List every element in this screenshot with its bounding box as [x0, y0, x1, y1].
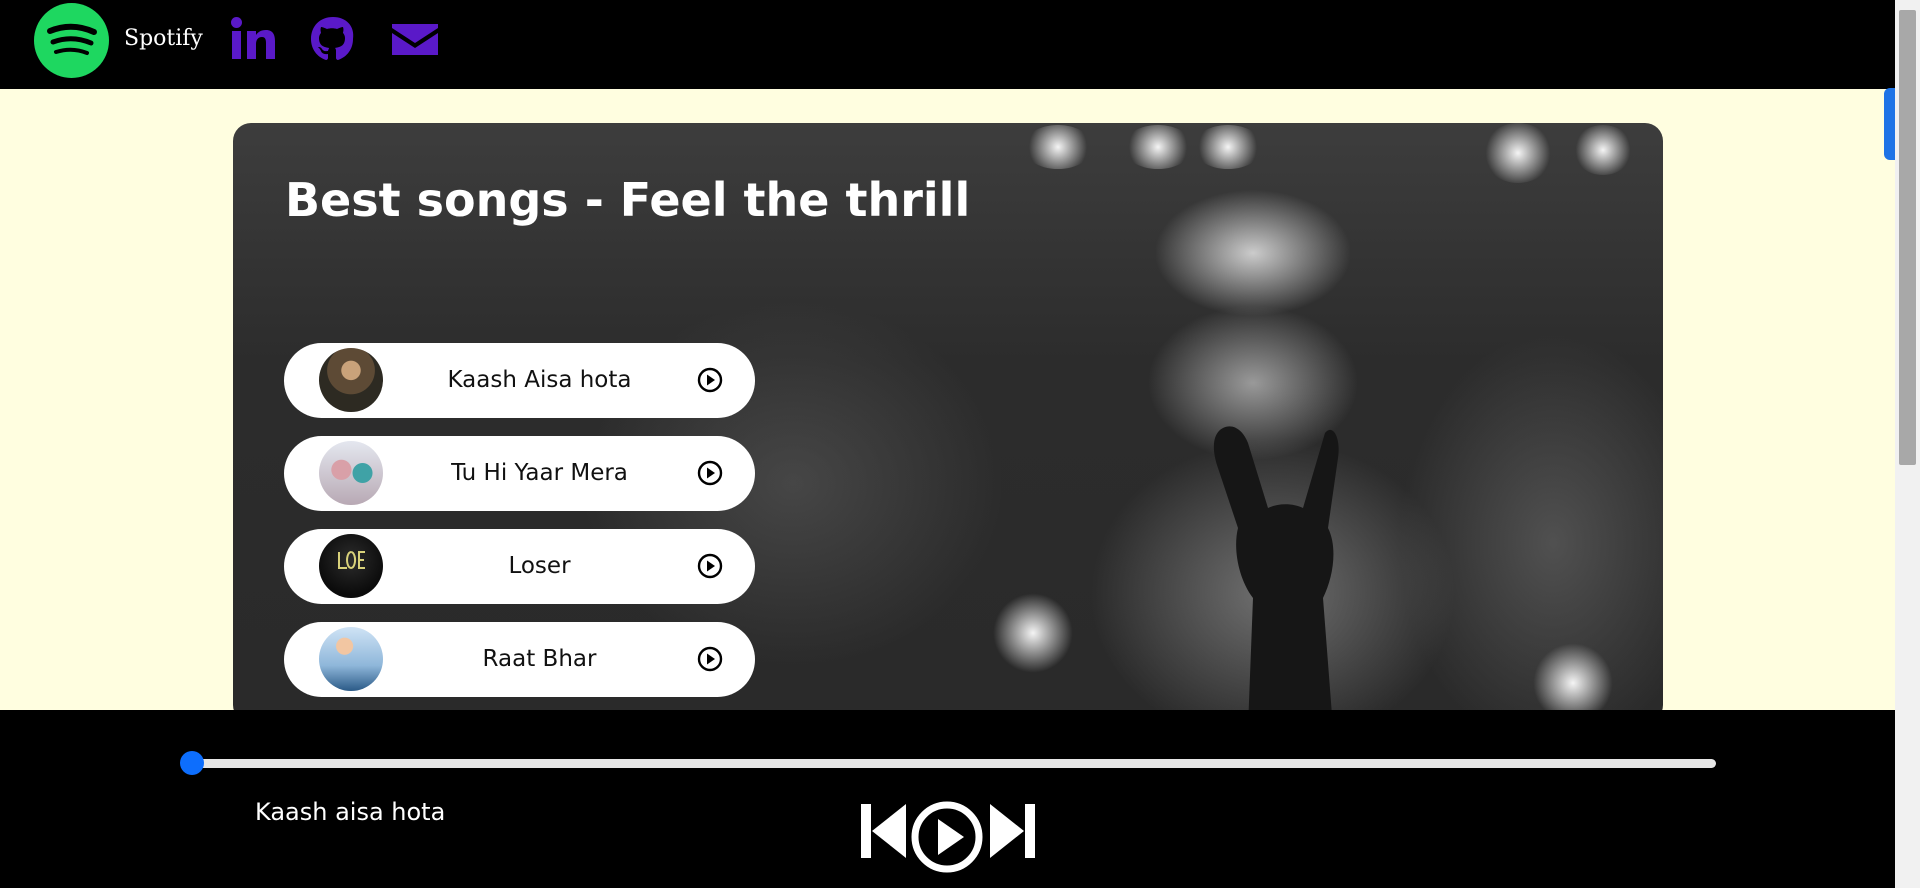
progress-thumb[interactable] [180, 751, 204, 775]
player-bar: Kaash aisa hota [0, 710, 1895, 888]
now-playing-title: Kaash aisa hota [255, 798, 446, 826]
song-title: Loser [508, 553, 571, 579]
brand-name: Spotify [124, 26, 203, 51]
album-cover [319, 627, 383, 691]
play-circle-icon[interactable] [697, 553, 723, 579]
stage-light [993, 593, 1073, 673]
scroll-indicator [1884, 88, 1895, 160]
previous-icon[interactable] [858, 800, 910, 862]
album-art-graphic [338, 551, 365, 569]
album-cover [319, 441, 383, 505]
vertical-scrollbar[interactable] [1895, 0, 1920, 888]
play-circle-icon[interactable] [697, 460, 723, 486]
song-item[interactable]: Loser [284, 529, 755, 604]
spotify-logo-icon[interactable] [34, 3, 109, 78]
album-cover [319, 534, 383, 598]
raised-hand-silhouette [1213, 426, 1339, 723]
progress-track[interactable] [190, 759, 1716, 768]
play-circle-icon[interactable] [910, 800, 984, 874]
song-title: Tu Hi Yaar Mera [451, 460, 628, 486]
stage-light [1123, 125, 1193, 169]
song-item[interactable]: Kaash Aisa hota [284, 343, 755, 418]
stage-light [1193, 125, 1263, 169]
song-title: Kaash Aisa hota [447, 367, 632, 393]
linkedin-icon[interactable] [228, 14, 278, 64]
hero-title: Best songs - Feel the thrill [285, 173, 971, 227]
song-item[interactable]: Raat Bhar [284, 622, 755, 697]
play-circle-icon[interactable] [697, 646, 723, 672]
album-cover [319, 348, 383, 412]
play-circle-icon[interactable] [697, 367, 723, 393]
top-navbar: Spotify [0, 0, 1895, 89]
stage-light [1023, 125, 1093, 169]
github-icon[interactable] [308, 14, 358, 64]
scrollbar-thumb[interactable] [1899, 10, 1916, 465]
stage-light [1483, 123, 1553, 183]
song-title: Raat Bhar [482, 646, 597, 672]
stage-light [1573, 125, 1633, 175]
email-icon[interactable] [390, 14, 440, 64]
song-item[interactable]: Tu Hi Yaar Mera [284, 436, 755, 511]
next-icon[interactable] [986, 800, 1038, 862]
hero-banner: Best songs - Feel the thrill Kaash Aisa … [233, 123, 1663, 723]
